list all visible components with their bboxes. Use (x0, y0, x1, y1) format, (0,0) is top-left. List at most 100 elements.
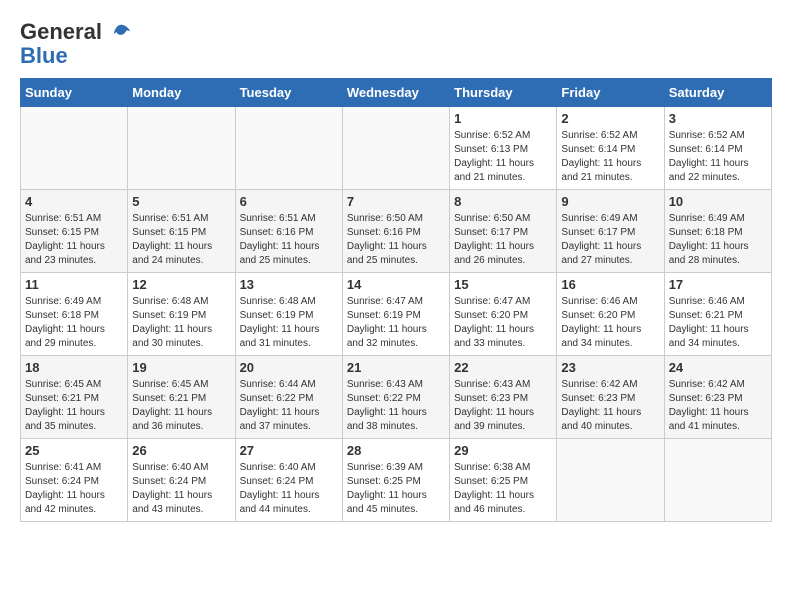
calendar-cell: 28Sunrise: 6:39 AMSunset: 6:25 PMDayligh… (342, 439, 449, 522)
day-number: 29 (454, 443, 552, 458)
calendar-cell: 12 Sunrise: 6:48 AMSunset: 6:19 PMDayligh… (128, 273, 235, 356)
calendar-cell (128, 107, 235, 190)
col-header-saturday: Saturday (664, 79, 771, 107)
day-number: 5 (132, 194, 230, 209)
week-row-4: 18 Sunrise: 6:45 AMSunset: 6:21 PMDayligh… (21, 356, 772, 439)
day-info: Sunrise: 6:46 AMSunset: 6:21 PMDaylight:… (669, 295, 767, 351)
calendar-cell: 26 Sunrise: 6:40 AMSunset: 6:24 PMDayligh… (128, 439, 235, 522)
calendar-cell: 29 Sunrise: 6:38 AMSunset: 6:25 PMDayligh… (450, 439, 557, 522)
col-header-thursday: Thursday (450, 79, 557, 107)
col-header-tuesday: Tuesday (235, 79, 342, 107)
day-number: 20 (240, 360, 338, 375)
logo-bird-icon (110, 22, 132, 44)
day-info: Sunrise: 6:44 AMSunset: 6:22 PMDaylight:… (240, 378, 338, 434)
col-header-monday: Monday (128, 79, 235, 107)
day-info: Sunrise: 6:49 AMSunset: 6:18 PMDaylight:… (669, 212, 767, 268)
calendar-cell: 6 Sunrise: 6:51 AMSunset: 6:16 PMDaylight… (235, 190, 342, 273)
week-row-2: 4 Sunrise: 6:51 AMSunset: 6:15 PMDaylight… (21, 190, 772, 273)
day-info: Sunrise: 6:48 AMSunset: 6:19 PMDaylight:… (240, 295, 338, 351)
day-info: Sunrise: 6:49 AMSunset: 6:17 PMDaylight:… (561, 212, 659, 268)
day-info: Sunrise: 6:43 AMSunset: 6:23 PMDaylight:… (454, 378, 552, 434)
calendar-cell: 15Sunrise: 6:47 AMSunset: 6:20 PMDayligh… (450, 273, 557, 356)
day-info: Sunrise: 6:49 AMSunset: 6:18 PMDaylight:… (25, 295, 123, 351)
calendar-cell: 25 Sunrise: 6:41 AMSunset: 6:24 PMDayligh… (21, 439, 128, 522)
week-row-3: 11 Sunrise: 6:49 AMSunset: 6:18 PMDayligh… (21, 273, 772, 356)
day-number: 18 (25, 360, 123, 375)
calendar-cell: 24 Sunrise: 6:42 AMSunset: 6:23 PMDayligh… (664, 356, 771, 439)
day-info: Sunrise: 6:52 AMSunset: 6:13 PMDaylight:… (454, 129, 552, 185)
day-info: Sunrise: 6:43 AMSunset: 6:22 PMDaylight:… (347, 378, 445, 434)
day-info: Sunrise: 6:52 AMSunset: 6:14 PMDaylight:… (669, 129, 767, 185)
calendar-cell: 27 Sunrise: 6:40 AMSunset: 6:24 PMDayligh… (235, 439, 342, 522)
day-number: 12 (132, 277, 230, 292)
calendar-cell: 9 Sunrise: 6:49 AMSunset: 6:17 PMDaylight… (557, 190, 664, 273)
day-info: Sunrise: 6:50 AMSunset: 6:17 PMDaylight:… (454, 212, 552, 268)
day-info: Sunrise: 6:51 AMSunset: 6:16 PMDaylight:… (240, 212, 338, 268)
calendar-cell: 1 Sunrise: 6:52 AMSunset: 6:13 PMDaylight… (450, 107, 557, 190)
day-number: 24 (669, 360, 767, 375)
day-number: 13 (240, 277, 338, 292)
calendar-cell: 14 Sunrise: 6:47 AMSunset: 6:19 PMDayligh… (342, 273, 449, 356)
day-number: 11 (25, 277, 123, 292)
day-info: Sunrise: 6:40 AMSunset: 6:24 PMDaylight:… (240, 461, 338, 517)
calendar-cell: 21 Sunrise: 6:43 AMSunset: 6:22 PMDayligh… (342, 356, 449, 439)
day-info: Sunrise: 6:50 AMSunset: 6:16 PMDaylight:… (347, 212, 445, 268)
day-info: Sunrise: 6:52 AMSunset: 6:14 PMDaylight:… (561, 129, 659, 185)
logo: General Blue (20, 20, 132, 68)
day-number: 3 (669, 111, 767, 126)
calendar-cell (235, 107, 342, 190)
week-row-5: 25 Sunrise: 6:41 AMSunset: 6:24 PMDayligh… (21, 439, 772, 522)
calendar-cell: 7 Sunrise: 6:50 AMSunset: 6:16 PMDaylight… (342, 190, 449, 273)
day-number: 2 (561, 111, 659, 126)
day-number: 10 (669, 194, 767, 209)
calendar-cell: 17 Sunrise: 6:46 AMSunset: 6:21 PMDayligh… (664, 273, 771, 356)
day-info: Sunrise: 6:45 AMSunset: 6:21 PMDaylight:… (132, 378, 230, 434)
calendar-cell: 11 Sunrise: 6:49 AMSunset: 6:18 PMDayligh… (21, 273, 128, 356)
week-row-1: 1 Sunrise: 6:52 AMSunset: 6:13 PMDaylight… (21, 107, 772, 190)
calendar-cell (342, 107, 449, 190)
calendar-cell: 5 Sunrise: 6:51 AMSunset: 6:15 PMDaylight… (128, 190, 235, 273)
calendar-cell (21, 107, 128, 190)
col-header-sunday: Sunday (21, 79, 128, 107)
day-info: Sunrise: 6:45 AMSunset: 6:21 PMDaylight:… (25, 378, 123, 434)
page-header: General Blue (20, 20, 772, 68)
col-header-friday: Friday (557, 79, 664, 107)
day-number: 7 (347, 194, 445, 209)
calendar-cell: 18 Sunrise: 6:45 AMSunset: 6:21 PMDayligh… (21, 356, 128, 439)
calendar-cell: 8Sunrise: 6:50 AMSunset: 6:17 PMDaylight… (450, 190, 557, 273)
calendar-cell: 22 Sunrise: 6:43 AMSunset: 6:23 PMDayligh… (450, 356, 557, 439)
calendar-cell: 4 Sunrise: 6:51 AMSunset: 6:15 PMDaylight… (21, 190, 128, 273)
day-number: 22 (454, 360, 552, 375)
calendar-cell: 20 Sunrise: 6:44 AMSunset: 6:22 PMDayligh… (235, 356, 342, 439)
calendar-cell: 10 Sunrise: 6:49 AMSunset: 6:18 PMDayligh… (664, 190, 771, 273)
day-number: 9 (561, 194, 659, 209)
day-number: 4 (25, 194, 123, 209)
day-number: 27 (240, 443, 338, 458)
calendar-cell (557, 439, 664, 522)
calendar-cell: 3 Sunrise: 6:52 AMSunset: 6:14 PMDaylight… (664, 107, 771, 190)
logo-general: General (20, 19, 102, 44)
calendar-cell (664, 439, 771, 522)
day-info: Sunrise: 6:39 AMSunset: 6:25 PMDaylight:… (347, 461, 445, 517)
day-info: Sunrise: 6:41 AMSunset: 6:24 PMDaylight:… (25, 461, 123, 517)
day-info: Sunrise: 6:38 AMSunset: 6:25 PMDaylight:… (454, 461, 552, 517)
day-number: 23 (561, 360, 659, 375)
day-info: Sunrise: 6:40 AMSunset: 6:24 PMDaylight:… (132, 461, 230, 517)
day-info: Sunrise: 6:47 AMSunset: 6:19 PMDaylight:… (347, 295, 445, 351)
day-number: 1 (454, 111, 552, 126)
day-number: 25 (25, 443, 123, 458)
day-info: Sunrise: 6:48 AMSunset: 6:19 PMDaylight:… (132, 295, 230, 351)
day-number: 26 (132, 443, 230, 458)
calendar-cell: 23Sunrise: 6:42 AMSunset: 6:23 PMDayligh… (557, 356, 664, 439)
day-number: 17 (669, 277, 767, 292)
day-number: 21 (347, 360, 445, 375)
calendar-table: SundayMondayTuesdayWednesdayThursdayFrid… (20, 78, 772, 522)
day-number: 15 (454, 277, 552, 292)
day-info: Sunrise: 6:42 AMSunset: 6:23 PMDaylight:… (669, 378, 767, 434)
day-number: 14 (347, 277, 445, 292)
calendar-cell: 13 Sunrise: 6:48 AMSunset: 6:19 PMDayligh… (235, 273, 342, 356)
day-info: Sunrise: 6:51 AMSunset: 6:15 PMDaylight:… (25, 212, 123, 268)
day-number: 6 (240, 194, 338, 209)
logo-blue: Blue (20, 44, 132, 68)
day-info: Sunrise: 6:51 AMSunset: 6:15 PMDaylight:… (132, 212, 230, 268)
